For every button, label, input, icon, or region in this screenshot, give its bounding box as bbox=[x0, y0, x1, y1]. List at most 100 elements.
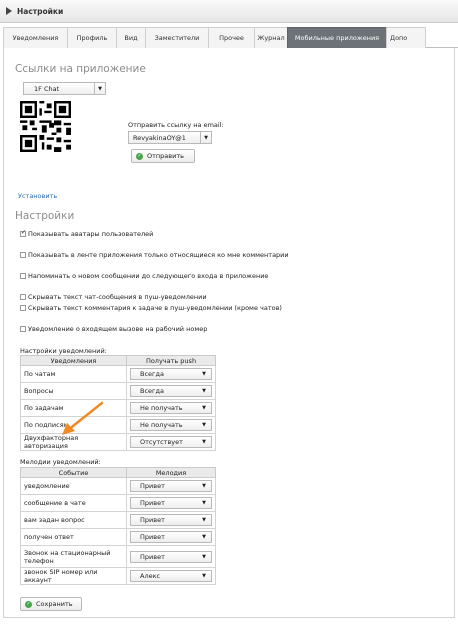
play-icon[interactable] bbox=[6, 7, 12, 15]
checkbox-label: Уведомление о входящем вызове на рабочий… bbox=[28, 325, 208, 333]
row-label: уведомление bbox=[20, 477, 127, 495]
chevron-down-icon: ▼ bbox=[202, 388, 206, 394]
checkbox-remind-new-message[interactable]: Напоминать о новом сообщении до следующе… bbox=[20, 272, 268, 280]
table-row: По задачам Не получать ▼ bbox=[20, 399, 216, 417]
row-value-cell: Всегда ▼ bbox=[126, 382, 216, 400]
column-header: Получать push bbox=[126, 355, 216, 366]
checkbox[interactable] bbox=[20, 252, 26, 258]
melody-select[interactable]: Алекс ▼ bbox=[130, 570, 212, 582]
push-select[interactable]: Всегда ▼ bbox=[130, 368, 212, 380]
row-label: сообщение в чате bbox=[20, 494, 127, 512]
tab-journal[interactable]: Журнал bbox=[254, 27, 288, 48]
save-button[interactable]: ✓ Сохранить bbox=[20, 597, 82, 611]
select-value: Привет bbox=[140, 499, 165, 507]
row-label: Звонок на стационарный телефон bbox=[20, 545, 127, 568]
app-select-value: 1F Chat bbox=[34, 84, 60, 93]
tab-more[interactable]: Допо bbox=[386, 27, 426, 48]
tab-deputies[interactable]: Заместители bbox=[145, 27, 209, 48]
tab-profile[interactable]: Профиль bbox=[67, 27, 117, 48]
chevron-down-icon: ▼ bbox=[202, 553, 206, 560]
select-value: Привет bbox=[140, 533, 165, 541]
column-header: Мелодия bbox=[126, 467, 216, 478]
install-link[interactable]: Установить bbox=[18, 192, 57, 200]
chevron-down-icon: ▼ bbox=[202, 483, 206, 489]
column-header: Уведомления bbox=[20, 355, 127, 366]
email-select[interactable]: RevyakinaOY@1 ▼ bbox=[128, 131, 212, 144]
select-value: Не получать bbox=[140, 404, 183, 412]
tab-mobile-apps[interactable]: Мобильные приложения bbox=[287, 27, 387, 48]
checkbox-label: Скрывать текст чат-сообщения в пуш-уведо… bbox=[28, 293, 207, 301]
checkbox-label: Скрывать текст комментария к задаче в пу… bbox=[28, 304, 282, 312]
checkbox[interactable] bbox=[20, 273, 26, 279]
checkbox[interactable] bbox=[20, 305, 26, 311]
row-value-cell: Не получать ▼ bbox=[126, 416, 216, 434]
tab-view[interactable]: Вид bbox=[116, 27, 146, 48]
checkbox-label: Показывать аватары пользователей bbox=[28, 230, 154, 238]
notifications-table: Уведомления Получать push По чатам Всегд… bbox=[20, 355, 216, 451]
row-label: получен ответ bbox=[20, 528, 127, 546]
checkbox-show-avatars[interactable]: Показывать аватары пользователей bbox=[20, 229, 154, 238]
check-circle-icon: ✓ bbox=[25, 600, 32, 608]
melody-select[interactable]: Привет ▼ bbox=[130, 480, 212, 492]
row-value-cell: Привет ▼ bbox=[126, 528, 216, 546]
table-row: звонок SIP номер или аккаунт Алекс ▼ bbox=[20, 567, 216, 585]
checkbox-label: Показывать в ленте приложения только отн… bbox=[28, 251, 289, 259]
melodies-table: Событие Мелодия уведомление Привет ▼ сооб… bbox=[20, 467, 216, 585]
melody-select[interactable]: Привет ▼ bbox=[130, 514, 212, 526]
chevron-down-icon: ▼ bbox=[202, 422, 206, 428]
chevron-down-icon: ▼ bbox=[202, 405, 206, 411]
push-select[interactable]: Не получать ▼ bbox=[130, 419, 212, 431]
select-value: Отсутствует bbox=[140, 438, 183, 446]
table-row: сообщение в чате Привет ▼ bbox=[20, 494, 216, 512]
row-label: По чатам bbox=[20, 365, 127, 383]
checkbox[interactable] bbox=[20, 326, 26, 332]
table-row: уведомление Привет ▼ bbox=[20, 477, 216, 495]
table-row: По подписям Не получать ▼ bbox=[20, 416, 216, 434]
email-label: Отправить ссылку на email: bbox=[128, 121, 224, 129]
checkbox[interactable] bbox=[20, 294, 26, 300]
chevron-down-icon: ▼ bbox=[202, 573, 206, 579]
send-button-label: Отправить bbox=[147, 152, 184, 160]
chevron-down-icon: ▼ bbox=[202, 517, 206, 523]
push-select[interactable]: Отсутствует ▼ bbox=[130, 436, 212, 448]
select-value: Привет bbox=[140, 482, 165, 490]
row-label: Вопросы bbox=[20, 382, 127, 400]
push-select[interactable]: Всегда ▼ bbox=[130, 385, 212, 397]
table-row: получен ответ Привет ▼ bbox=[20, 528, 216, 546]
melody-select[interactable]: Привет ▼ bbox=[130, 531, 212, 543]
checkbox-hide-comment-text[interactable]: Скрывать текст комментария к задаче в пу… bbox=[20, 304, 282, 312]
push-select[interactable]: Не получать ▼ bbox=[130, 402, 212, 414]
melody-select[interactable]: Привет ▼ bbox=[130, 550, 212, 563]
row-label: Двухфакторная авторизация bbox=[20, 433, 127, 451]
tab-other[interactable]: Прочее bbox=[208, 27, 255, 48]
table-row: Звонок на стационарный телефон Привет ▼ bbox=[20, 545, 216, 568]
chevron-down-icon: ▼ bbox=[202, 500, 206, 506]
chevron-down-icon: ▼ bbox=[202, 371, 206, 377]
save-button-label: Сохранить bbox=[36, 600, 73, 608]
select-value: Не получать bbox=[140, 421, 183, 429]
checkbox-my-comments-only[interactable]: Показывать в ленте приложения только отн… bbox=[20, 251, 289, 259]
row-value-cell: Не получать ▼ bbox=[126, 399, 216, 417]
row-value-cell: Привет ▼ bbox=[126, 477, 216, 495]
send-button[interactable]: ✓ Отправить bbox=[131, 149, 195, 163]
row-value-cell: Привет ▼ bbox=[126, 545, 216, 568]
melody-select[interactable]: Привет ▼ bbox=[130, 497, 212, 509]
select-value: Привет bbox=[140, 552, 165, 561]
checkbox[interactable] bbox=[20, 229, 26, 237]
table-row: По чатам Всегда ▼ bbox=[20, 365, 216, 383]
settings-heading: Настройки bbox=[15, 210, 75, 222]
check-circle-icon: ✓ bbox=[136, 152, 143, 160]
tab-bar: Уведомления Профиль Вид Заместители Проч… bbox=[3, 27, 458, 48]
table-row: вам задан вопрос Привет ▼ bbox=[20, 511, 216, 529]
checkbox-incoming-call[interactable]: Уведомление о входящем вызове на рабочий… bbox=[20, 325, 207, 333]
window-title: Настройки bbox=[17, 6, 64, 16]
chevron-down-icon: ▼ bbox=[202, 439, 206, 445]
table-row: Двухфакторная авторизация Отсутствует ▼ bbox=[20, 433, 216, 451]
checkbox-hide-chat-text[interactable]: Скрывать текст чат-сообщения в пуш-уведо… bbox=[20, 293, 207, 301]
select-value: Привет bbox=[140, 516, 165, 524]
app-select[interactable]: 1F Chat ▼ bbox=[23, 82, 106, 95]
row-value-cell: Алекс ▼ bbox=[126, 567, 216, 585]
row-value-cell: Отсутствует ▼ bbox=[126, 433, 216, 451]
tab-notifications[interactable]: Уведомления bbox=[3, 27, 68, 48]
melodies-title: Мелодии уведомлений: bbox=[20, 458, 101, 466]
